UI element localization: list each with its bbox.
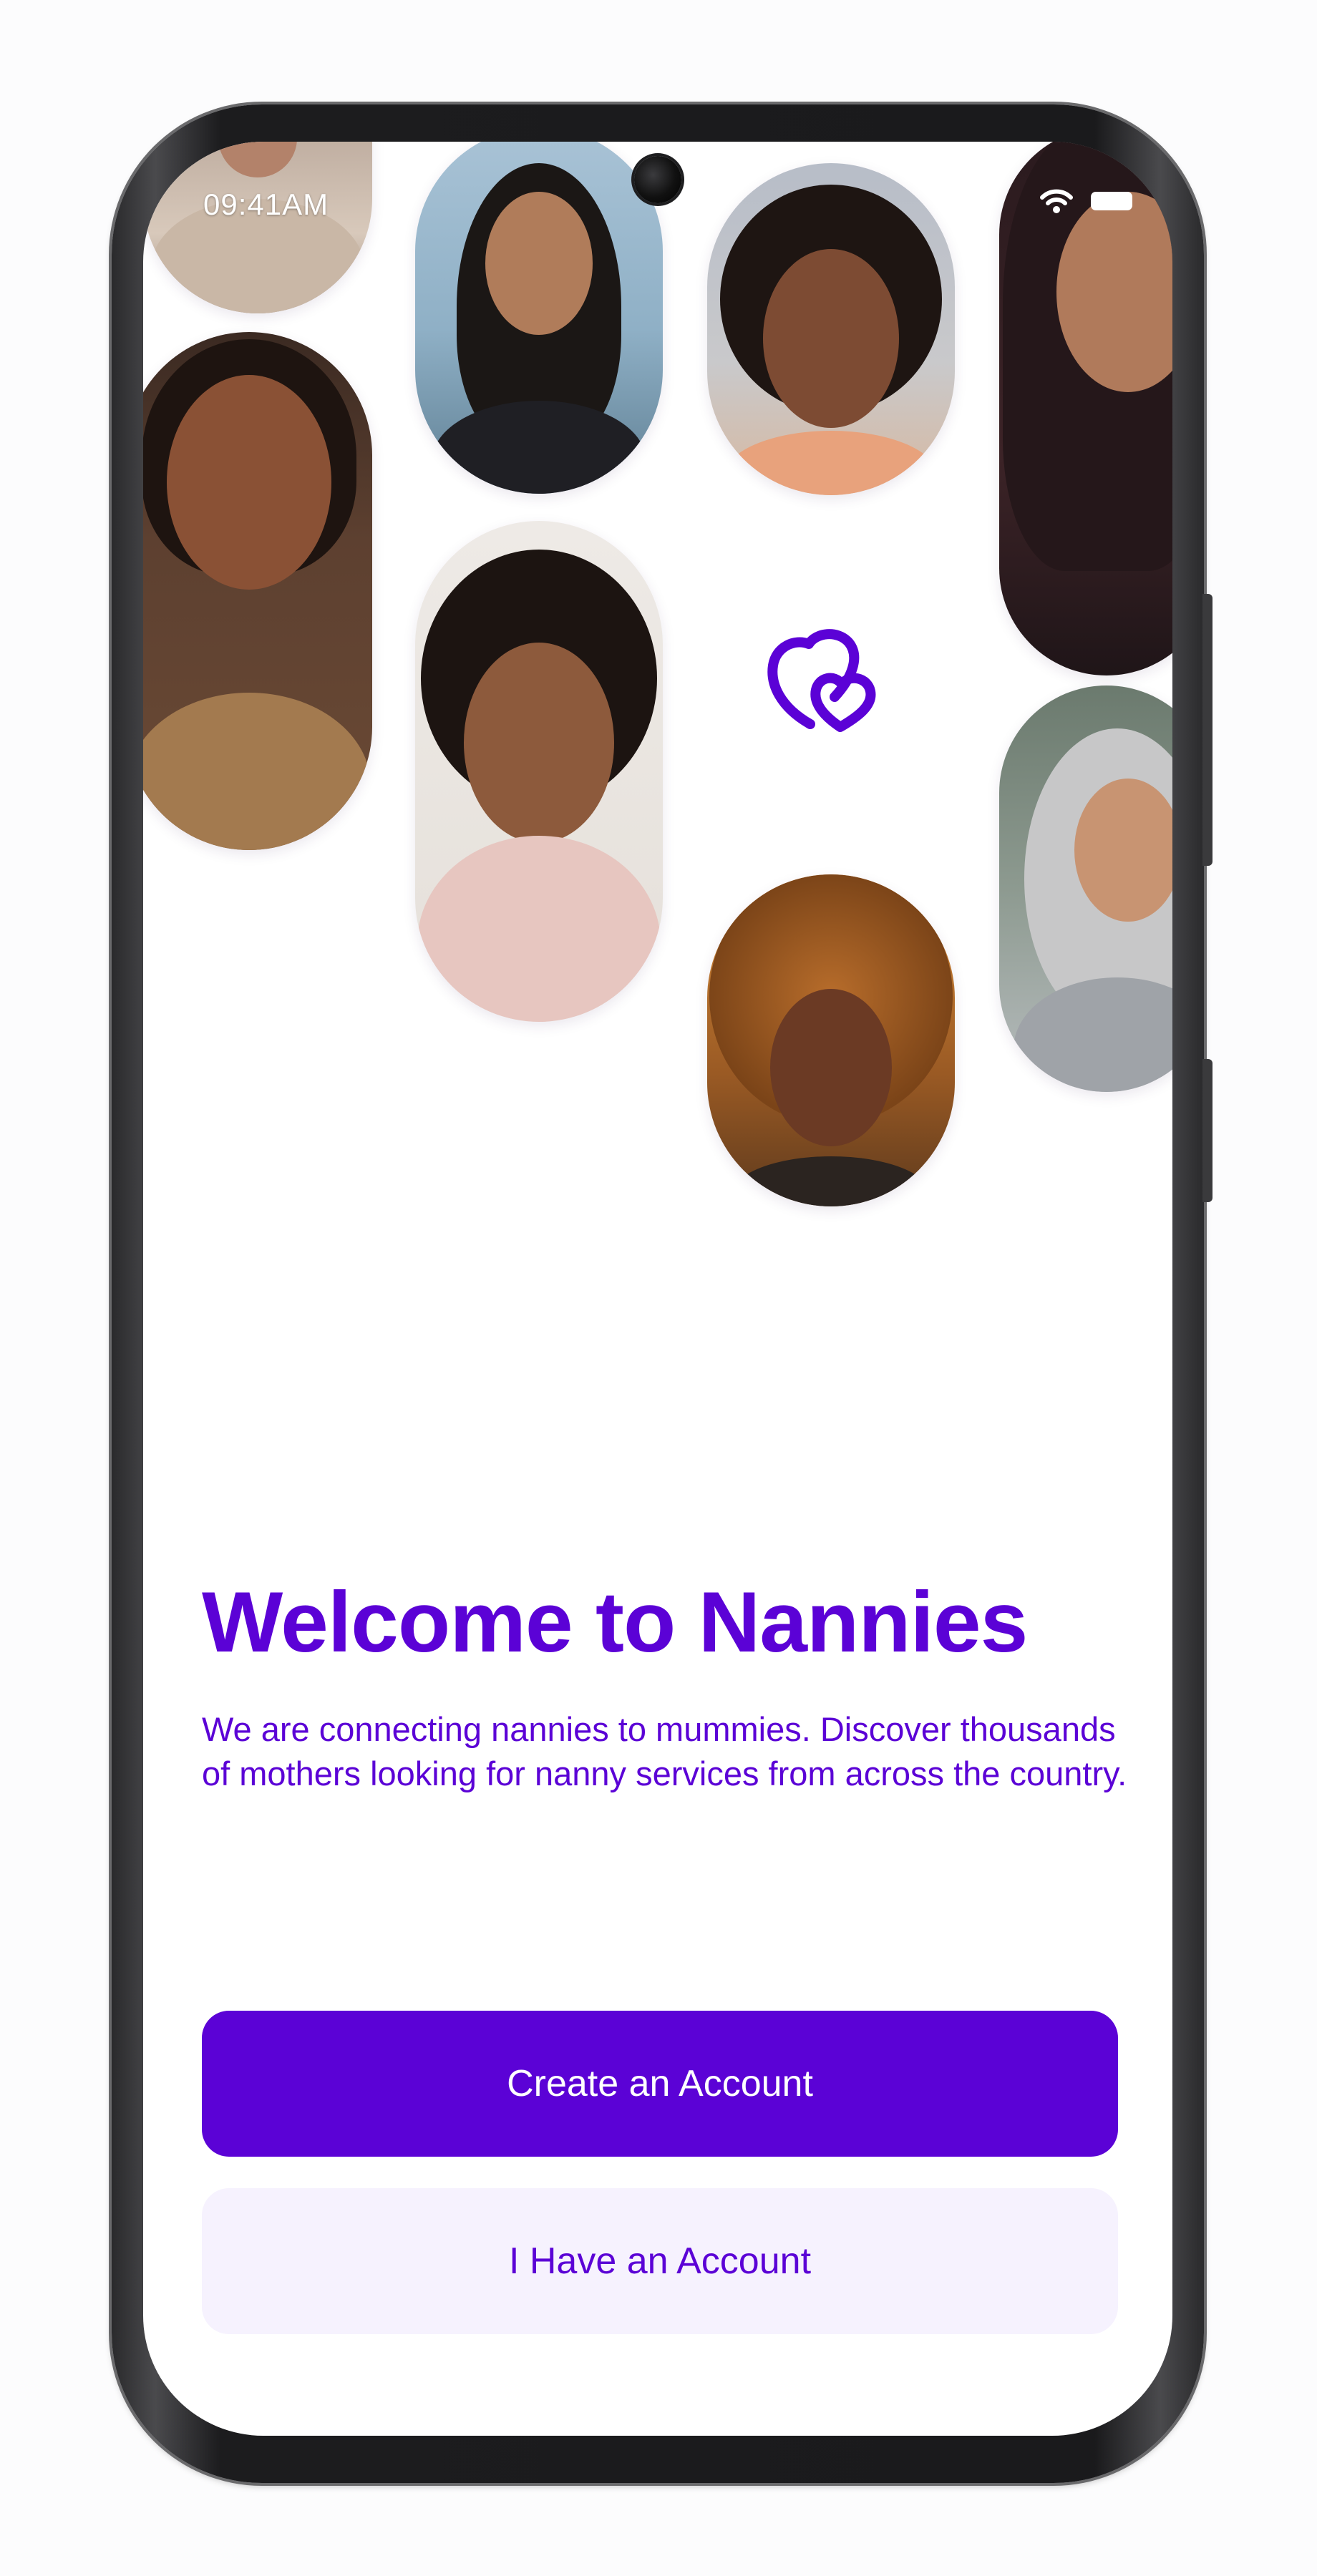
wifi-icon xyxy=(1040,189,1073,213)
create-account-button[interactable]: Create an Account xyxy=(202,2011,1118,2157)
power-button xyxy=(1202,1059,1212,1202)
profile-photo-curly-hair-woman xyxy=(707,163,955,495)
profile-photo-woman-glasses xyxy=(415,521,663,1022)
welcome-description: We are connecting nannies to mummies. Di… xyxy=(202,1710,1127,1792)
sign-in-button[interactable]: I Have an Account xyxy=(202,2188,1118,2334)
phone-frame: 09:41AM Welcome to Nannies We are connec… xyxy=(112,104,1212,2483)
profile-photo-gray-hair-woman xyxy=(999,686,1172,1092)
status-icons xyxy=(1039,187,1132,215)
profile-photo-hijab-woman xyxy=(143,142,372,313)
profile-photo-long-hair-woman xyxy=(415,142,663,494)
app-screen: 09:41AM Welcome to Nannies We are connec… xyxy=(143,142,1172,2436)
front-camera xyxy=(634,156,681,203)
volume-button xyxy=(1202,594,1212,866)
hearts-logo-icon xyxy=(767,629,876,732)
battery-icon xyxy=(1091,192,1132,210)
status-time: 09:41AM xyxy=(203,187,329,221)
profile-photo-afro-girl xyxy=(707,874,955,1206)
welcome-title: Welcome to Nannies xyxy=(202,1574,1028,1670)
profile-photo-smiling-woman-scarf xyxy=(143,332,372,850)
profile-photo-smiling-woman-necklace xyxy=(999,142,1172,675)
